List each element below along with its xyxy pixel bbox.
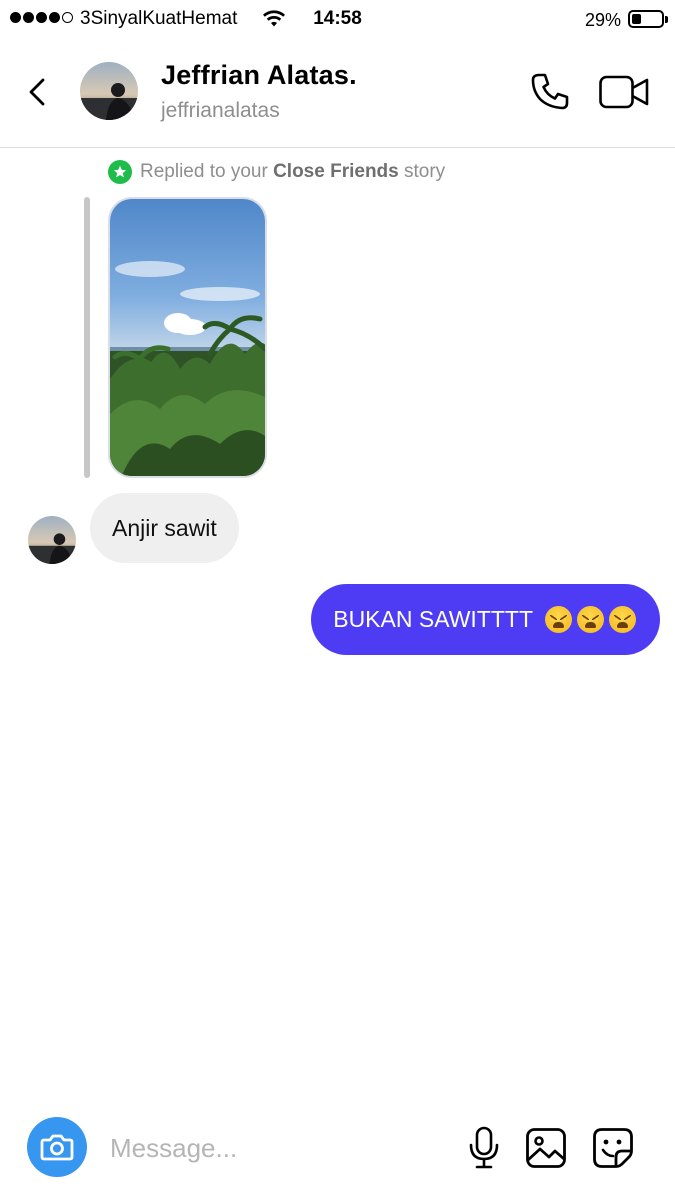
close-friends-label: Close Friends bbox=[273, 161, 399, 182]
reply-indicator-bar bbox=[84, 197, 90, 478]
phone-icon[interactable] bbox=[528, 70, 572, 114]
contact-avatar[interactable] bbox=[28, 516, 76, 564]
message-input[interactable] bbox=[110, 1128, 440, 1168]
microphone-icon[interactable] bbox=[466, 1126, 502, 1170]
gallery-icon[interactable] bbox=[525, 1127, 567, 1169]
outgoing-message-bubble[interactable]: BUKAN SAWITTTT bbox=[311, 584, 660, 655]
battery-percent: 29% bbox=[585, 10, 622, 30]
contact-name[interactable]: Jeffrian Alatas. bbox=[161, 60, 357, 91]
video-camera-icon[interactable] bbox=[598, 72, 650, 112]
avatar[interactable] bbox=[80, 62, 138, 120]
green-star-icon bbox=[108, 160, 132, 184]
status-bar: 3SinyalKuatHemat 14:58 29% bbox=[0, 0, 675, 40]
contact-username[interactable]: jeffrianalatas bbox=[161, 99, 280, 123]
sticker-icon[interactable] bbox=[592, 1127, 634, 1169]
back-chevron-icon[interactable] bbox=[20, 74, 56, 110]
story-note-prefix: Replied to your bbox=[140, 161, 274, 182]
camera-icon bbox=[40, 1134, 74, 1161]
story-reply-note: Replied to your Close Friends story bbox=[108, 160, 445, 184]
story-thumbnail[interactable] bbox=[108, 197, 267, 478]
story-note-suffix: story bbox=[398, 161, 446, 182]
camera-button[interactable] bbox=[27, 1117, 87, 1177]
chat-header: Jeffrian Alatas. jeffrianalatas bbox=[0, 40, 675, 148]
battery-icon bbox=[628, 10, 668, 28]
clock: 14:58 bbox=[313, 8, 362, 29]
incoming-message-bubble[interactable]: Anjir sawit bbox=[90, 493, 239, 563]
message-composer bbox=[0, 1110, 675, 1190]
outgoing-message-text: BUKAN SAWITTTT bbox=[333, 606, 533, 632]
tired-face-emoji-icon bbox=[543, 606, 636, 633]
